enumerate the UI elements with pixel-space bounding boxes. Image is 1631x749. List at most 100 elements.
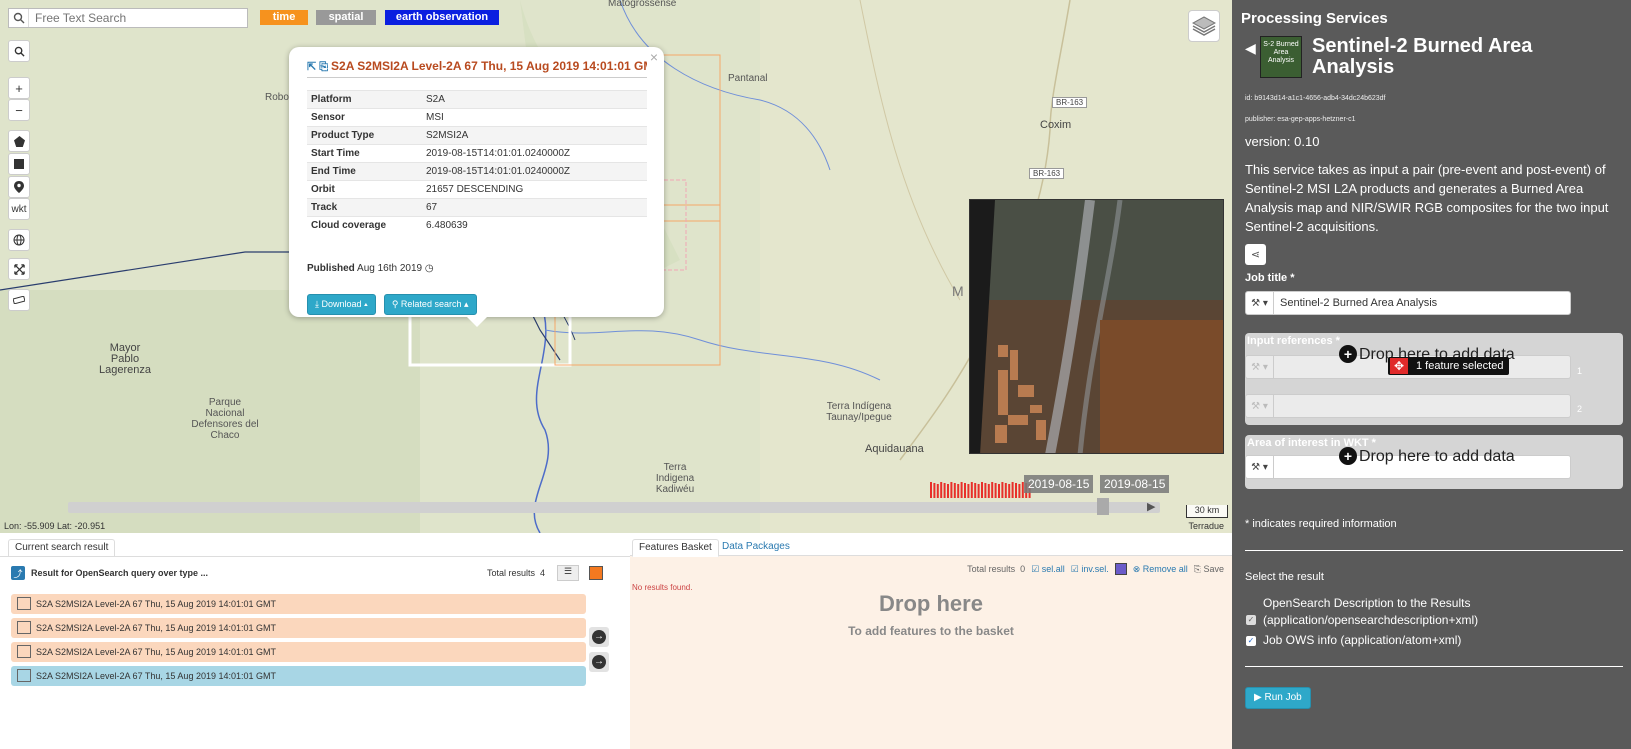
- download-label: Download: [321, 298, 362, 309]
- wand-dropdown-icon[interactable]: ⚒ ▾: [1246, 356, 1274, 378]
- property-value: MSI: [422, 108, 647, 127]
- save-link[interactable]: ⎘ Save: [1194, 564, 1224, 575]
- measure-button[interactable]: [8, 289, 30, 311]
- tab-features-basket[interactable]: Features Basket: [632, 539, 719, 557]
- feature-selected-text: 1 feature selected: [1416, 360, 1504, 372]
- total-results-count: 4: [540, 568, 546, 578]
- share-button[interactable]: ⋖: [1245, 244, 1266, 265]
- wkt-button[interactable]: wkt: [8, 198, 30, 220]
- timeline-slider[interactable]: [68, 502, 1160, 513]
- property-value: S2MSI2A: [422, 126, 647, 145]
- result-item[interactable]: S2A S2MSI2A Level-2A 67 Thu, 15 Aug 2019…: [11, 618, 586, 638]
- tab-current-search-result[interactable]: Current search result: [8, 539, 116, 556]
- share-icon: ⋖: [1250, 249, 1261, 261]
- timeline-handle[interactable]: [1097, 498, 1109, 515]
- draw-polygon-button[interactable]: [8, 130, 30, 152]
- result-next-button[interactable]: →: [589, 652, 609, 672]
- play-icon: ▶: [1254, 692, 1262, 703]
- divider: [1245, 550, 1623, 551]
- invert-selection-link[interactable]: ☑ inv.sel.: [1071, 564, 1109, 575]
- results-panel: Current search result ⤴ Result for OpenS…: [0, 533, 630, 749]
- run-job-button[interactable]: ▶ Run Job: [1245, 687, 1311, 709]
- panel-header: Processing Services: [1241, 10, 1388, 27]
- wand-dropdown-icon[interactable]: ⚒ ▾: [1246, 456, 1274, 478]
- timeline-right-arrow[interactable]: ▶: [1147, 500, 1155, 513]
- zoom-in-button[interactable]: +: [8, 77, 30, 99]
- property-key: Track: [307, 198, 422, 217]
- search-icon[interactable]: [9, 9, 29, 27]
- copy-icon[interactable]: ⎘: [319, 61, 328, 73]
- histogram-bar: [960, 482, 963, 498]
- job-title-value[interactable]: Sentinel-2 Burned Area Analysis: [1274, 297, 1437, 309]
- download-button[interactable]: ⤓ Download ▴: [307, 293, 376, 315]
- share-icon[interactable]: ⤴: [11, 566, 25, 580]
- footprint-icon: [17, 645, 31, 658]
- search-input[interactable]: [29, 11, 239, 25]
- results-color-swatch[interactable]: [589, 566, 603, 580]
- property-value: 67: [422, 198, 647, 217]
- histogram-bar: [943, 483, 946, 498]
- filter-spatial[interactable]: spatial: [316, 10, 376, 25]
- plus-icon: +: [1339, 345, 1357, 363]
- job-title-field[interactable]: ⚒ ▾ Sentinel-2 Burned Area Analysis: [1245, 291, 1571, 315]
- input-index-1: 1: [1577, 366, 1583, 376]
- input-reference-2-field[interactable]: ⚒ ▾: [1245, 394, 1571, 418]
- histogram-bar: [981, 482, 983, 498]
- fullscreen-button[interactable]: [8, 258, 30, 280]
- service-version: version: 0.10: [1245, 134, 1320, 149]
- result-item[interactable]: S2A S2MSI2A Level-2A 67 Thu, 15 Aug 2019…: [11, 642, 586, 662]
- timeline-date-start: 2019-08-15: [1024, 475, 1094, 493]
- cursor-coordinates: Lon: -55.909 Lat: -20.951: [4, 521, 106, 531]
- property-row: Sensor MSI: [307, 108, 647, 127]
- search-icon: ⚲: [391, 298, 399, 309]
- opt1-checkbox[interactable]: ✓: [1246, 615, 1256, 625]
- external-link-icon[interactable]: ⇱: [307, 61, 316, 73]
- footprint-icon: [17, 669, 31, 682]
- map-label: M: [952, 283, 964, 299]
- back-icon[interactable]: ◀: [1245, 40, 1256, 57]
- globe-button[interactable]: [8, 229, 30, 251]
- layers-button[interactable]: [1188, 10, 1220, 42]
- basket-total-label: Total results: [967, 564, 1016, 574]
- basket-color-swatch[interactable]: [1114, 563, 1127, 575]
- related-search-label: Related search: [400, 298, 462, 309]
- map-marker-icon: [14, 181, 24, 193]
- filter-earth-observation[interactable]: earth observation: [385, 10, 499, 25]
- property-value: 21657 DESCENDING: [422, 180, 647, 199]
- result-item[interactable]: S2A S2MSI2A Level-2A 67 Thu, 15 Aug 2019…: [11, 594, 586, 614]
- zoom-search-button[interactable]: [8, 40, 30, 62]
- wand-dropdown-icon[interactable]: ⚒ ▾: [1246, 395, 1274, 417]
- save-label: Save: [1203, 563, 1224, 574]
- service-title: Sentinel-2 Burned Area Analysis: [1312, 35, 1533, 78]
- zoom-out-button[interactable]: −: [8, 99, 30, 121]
- drop-zone-subtitle: To add features to the basket: [848, 624, 1014, 638]
- select-all-link[interactable]: ☑ sel.all: [1031, 564, 1065, 575]
- free-text-search[interactable]: [8, 8, 248, 28]
- map-view[interactable]: Robore Matogrossense Robore Pantanal BR-…: [0, 0, 1232, 533]
- draw-point-button[interactable]: [8, 176, 30, 198]
- popup-title[interactable]: S2A S2MSI2A Level-2A 67 Thu, 15 Aug 2019…: [331, 59, 647, 73]
- draw-rectangle-button[interactable]: [8, 153, 30, 175]
- opt2-checkbox[interactable]: ✓: [1246, 636, 1256, 646]
- map-label: Parque Nacional Defensores del Chaco: [191, 397, 259, 441]
- list-view-button[interactable]: ☰: [557, 565, 579, 581]
- result-item[interactable]: S2A S2MSI2A Level-2A 67 Thu, 15 Aug 2019…: [11, 666, 586, 686]
- result-next-button[interactable]: →: [589, 627, 609, 647]
- invert-selection-label: inv.sel.: [1081, 563, 1109, 574]
- download-icon: ⤓: [315, 298, 319, 309]
- wand-dropdown-icon[interactable]: ⚒ ▾: [1246, 292, 1274, 314]
- service-publisher: publisher: esa-gep-apps-hetzner-c1: [1245, 116, 1356, 123]
- result-item-label: S2A S2MSI2A Level-2A 67 Thu, 15 Aug 2019…: [36, 671, 276, 681]
- property-key: Cloud coverage: [307, 216, 422, 235]
- close-icon[interactable]: ×: [650, 49, 658, 65]
- histogram-bar: [970, 482, 973, 498]
- filter-time[interactable]: time: [260, 10, 308, 25]
- remove-all-link[interactable]: ⊗ Remove all: [1133, 564, 1188, 575]
- property-key: Start Time: [307, 144, 422, 163]
- tab-data-packages[interactable]: Data Packages: [722, 541, 790, 552]
- property-row: Track 67: [307, 198, 647, 217]
- published-date: Aug 16th 2019: [357, 262, 423, 274]
- divider: [1245, 666, 1623, 667]
- related-search-button[interactable]: ⚲ Related search ▴: [383, 293, 477, 315]
- histogram-bar: [1011, 482, 1014, 498]
